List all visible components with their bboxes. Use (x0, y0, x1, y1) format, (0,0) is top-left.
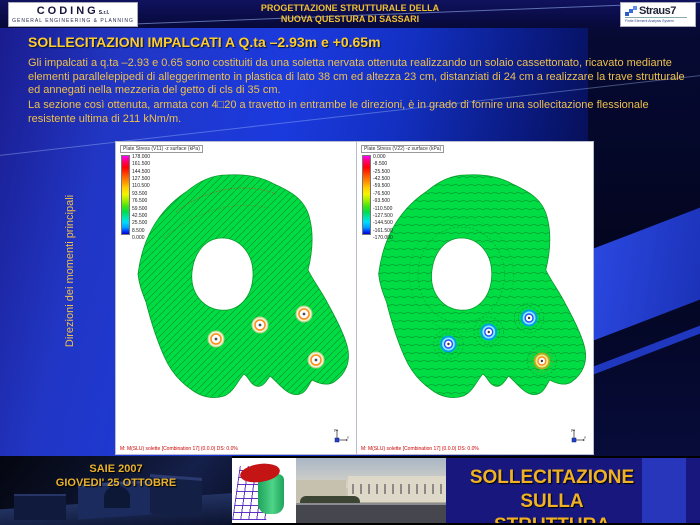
section-banner: SOLLECITAZIONE SULLA STRUTTURA (446, 458, 700, 523)
legend-labels: 0.000 -8.500 -25.500 -42.500 -59.500 -76.500 -… (373, 155, 393, 241)
paragraph-2: La sezione così ottenuta, armata con 4□2… (28, 99, 690, 126)
banner-line2: STRUTTURA (446, 514, 658, 524)
svg-text:y: y (334, 427, 336, 432)
header-title: PROGETTAZIONE STRUTTURALE DELLA NUOVA QU… (180, 3, 520, 26)
slide-body: SOLLECITAZIONI IMPALCATI A Q.ta –2.93m e… (0, 28, 700, 456)
straus7-logo-tagline: Finite Element Analysis System (625, 17, 687, 23)
plot-status-bar: M: M(SLU) solette [Combination 17] (0.0.… (120, 446, 238, 452)
color-legend-v11: 178.000 161.500 144.500 127.500 110.500 93.50… (121, 155, 150, 241)
legend-value: 0.000 (132, 236, 150, 241)
legend-colorbar (121, 155, 130, 235)
legend-value: -76.500 (373, 192, 393, 197)
legend-labels: 178.000 161.500 144.500 127.500 110.500 93.50… (132, 155, 150, 241)
slide-paragraph: Gli impalcati a q.ta –2.93 e 0.65 sono c… (28, 57, 690, 127)
legend-value: 161.500 (132, 162, 150, 167)
axis-triad-icon: y x (570, 427, 588, 445)
legend-value: 144.500 (132, 170, 150, 175)
legend-value: 25.500 (132, 221, 150, 226)
slide-title: SOLLECITAZIONI IMPALCATI A Q.ta –2.93m e… (28, 34, 381, 50)
paragraph-1: Gli impalcati a q.ta –2.93 e 0.65 sono c… (28, 57, 690, 98)
straus7-logo-name: Straus7 (639, 5, 676, 17)
svg-text:x: x (347, 435, 349, 440)
header-title-line2: NUOVA QUESTURA DI SASSARI (180, 14, 520, 25)
plot-title-v22: Plate Stress (V22) -z surface (kPa) (361, 145, 444, 153)
presentation-slide: CODINGS.r.l. GENERAL ENGINEERING & PLANN… (0, 0, 700, 525)
building-photo (296, 458, 446, 523)
event-line2: GIOVEDI' 25 OTTOBRE (12, 476, 220, 490)
event-label: SAIE 2007 GIOVEDI' 25 OTTOBRE (12, 462, 220, 491)
legend-value: 93.500 (132, 192, 150, 197)
legend-value: 110.500 (132, 184, 150, 189)
banner-title: SOLLECITAZIONE SULLA STRUTTURA (446, 466, 658, 523)
coding-logo-name: CODINGS.r.l. (9, 6, 137, 17)
legend-colorbar (362, 155, 371, 235)
plot-status-bar: M: M(SLU) solette [Combination 17] (0.0.… (361, 446, 479, 452)
svg-text:x: x (584, 435, 586, 440)
legend-value: 178.000 (132, 155, 150, 160)
straus7-pixel-icon (625, 6, 637, 17)
coding-logo-suffix: S.r.l. (99, 10, 110, 16)
legend-value: -93.500 (373, 199, 393, 204)
header-title-line1: PROGETTAZIONE STRUTTURALE DELLA (180, 3, 520, 14)
background-blue-swoosh (588, 203, 700, 345)
legend-value: -127.500 (373, 214, 393, 219)
svg-text:y: y (571, 427, 573, 432)
legend-value: -144.500 (373, 221, 393, 226)
legend-value: -161.500 (373, 229, 393, 234)
straus7-logo: Straus7 Finite Element Analysis System (620, 2, 696, 27)
plot-title-v11: Plate Stress (V11) -z surface (kPa) (120, 145, 203, 153)
legend-value: -110.500 (373, 207, 393, 212)
fea-plot-v22: Plate Stress (V22) -z surface (kPa) 0.00… (356, 141, 594, 455)
contour-plot-v11 (116, 142, 356, 454)
fea-plot-v11: Plate Stress (V11) -z surface (kPa) 178.… (115, 141, 357, 455)
legend-value: -42.500 (373, 177, 393, 182)
legend-value: 8.500 (132, 229, 150, 234)
banner-line1: SOLLECITAZIONE SULLA (446, 466, 658, 514)
coding-logo: CODINGS.r.l. GENERAL ENGINEERING & PLANN… (8, 2, 138, 27)
header-bar: CODINGS.r.l. GENERAL ENGINEERING & PLANN… (0, 0, 700, 28)
legend-value: 0.000 (373, 155, 393, 160)
legend-value: 76.500 (132, 199, 150, 204)
legend-value: -59.500 (373, 184, 393, 189)
fem-model-thumbnail (232, 458, 296, 523)
legend-value: -170.000 (373, 236, 393, 241)
color-legend-v22: 0.000 -8.500 -25.500 -42.500 -59.500 -76.500 -… (362, 155, 393, 241)
legend-value: -25.500 (373, 170, 393, 175)
axis-triad-icon: y x (333, 427, 351, 445)
legend-value: -8.500 (373, 162, 393, 167)
vertical-side-label: Direzioni dei momenti principali (64, 156, 76, 386)
legend-value: 127.500 (132, 177, 150, 182)
event-line1: SAIE 2007 (12, 462, 220, 476)
legend-value: 42.500 (132, 214, 150, 219)
coding-logo-tagline: GENERAL ENGINEERING & PLANNING (9, 19, 137, 24)
legend-value: 59.500 (132, 207, 150, 212)
footer-strip: SAIE 2007 GIOVEDI' 25 OTTOBRE SOLLECITAZ… (0, 456, 700, 525)
